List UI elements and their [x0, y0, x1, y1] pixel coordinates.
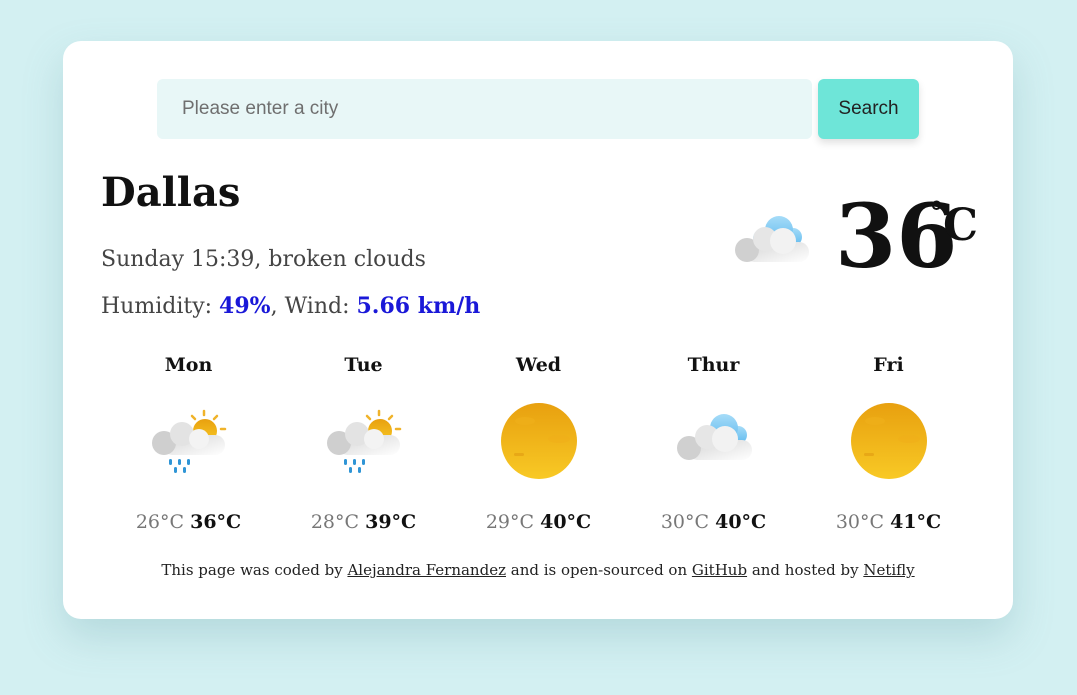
- weather-details: Humidity: 49%, Wind: 5.66 km/h: [101, 293, 480, 319]
- sun-rain-icon: [152, 409, 227, 473]
- search-input[interactable]: [157, 79, 812, 139]
- forecast-day-name: Fri: [873, 354, 904, 376]
- forecast-day: Mon 26°C 36°C: [101, 351, 276, 541]
- footer-text: and hosted by: [747, 561, 864, 579]
- forecast-max: 41°C: [890, 511, 942, 533]
- city-name: Dallas: [101, 169, 241, 216]
- forecast-day-name: Tue: [344, 354, 383, 376]
- forecast-temps: 29°C 40°C: [451, 511, 626, 533]
- forecast-row: Mon 26°C 36°C Tue 28°C 39°C Wed 29°C 40°…: [101, 351, 976, 541]
- sun-icon: [501, 403, 577, 479]
- humidity-label: Humidity:: [101, 294, 220, 319]
- forecast-temps: 30°C 40°C: [626, 511, 801, 533]
- footer: This page was coded by Alejandra Fernand…: [63, 561, 1013, 579]
- humidity-value: 49%: [219, 293, 271, 319]
- author-link[interactable]: Alejandra Fernandez: [347, 561, 506, 579]
- wind-label: , Wind:: [270, 294, 357, 319]
- weather-card: Search Dallas Sunday 15:39, broken cloud…: [63, 41, 1013, 619]
- forecast-day-name: Wed: [515, 354, 562, 376]
- forecast-temps: 28°C 39°C: [276, 511, 451, 533]
- forecast-min: 30°C: [835, 511, 885, 533]
- forecast-day: Fri 30°C 41°C: [801, 351, 976, 541]
- forecast-max: 39°C: [365, 511, 417, 533]
- weather-description: Sunday 15:39, broken clouds: [101, 247, 426, 272]
- forecast-day: Thur 30°C 40°C: [626, 351, 801, 541]
- host-link[interactable]: Netifly: [863, 561, 914, 579]
- forecast-day-name: Mon: [164, 354, 213, 376]
- sun-rain-icon: [327, 409, 402, 473]
- forecast-max: 36°C: [190, 511, 242, 533]
- temperature-unit[interactable]: C: [943, 201, 978, 251]
- forecast-max: 40°C: [715, 511, 767, 533]
- forecast-temps: 30°C 41°C: [801, 511, 976, 533]
- forecast-min: 30°C: [660, 511, 710, 533]
- wind-value: 5.66 km/h: [356, 293, 481, 319]
- forecast-day-name: Thur: [687, 354, 740, 376]
- footer-text: This page was coded by: [161, 561, 348, 579]
- broken-clouds-icon: [735, 216, 809, 262]
- forecast-day: Wed 29°C 40°C: [451, 351, 626, 541]
- sun-icon: [851, 403, 927, 479]
- github-link[interactable]: GitHub: [692, 561, 747, 579]
- footer-text: and is open-sourced on: [505, 561, 692, 579]
- forecast-max: 40°C: [540, 511, 592, 533]
- forecast-min: 29°C: [485, 511, 535, 533]
- forecast-min: 28°C: [310, 511, 360, 533]
- forecast-min: 26°C: [135, 511, 185, 533]
- forecast-day: Tue 28°C 39°C: [276, 351, 451, 541]
- forecast-temps: 26°C 36°C: [101, 511, 276, 533]
- search-button[interactable]: Search: [818, 79, 919, 139]
- degree-symbol: °: [929, 196, 944, 231]
- broken-clouds-icon: [677, 414, 752, 460]
